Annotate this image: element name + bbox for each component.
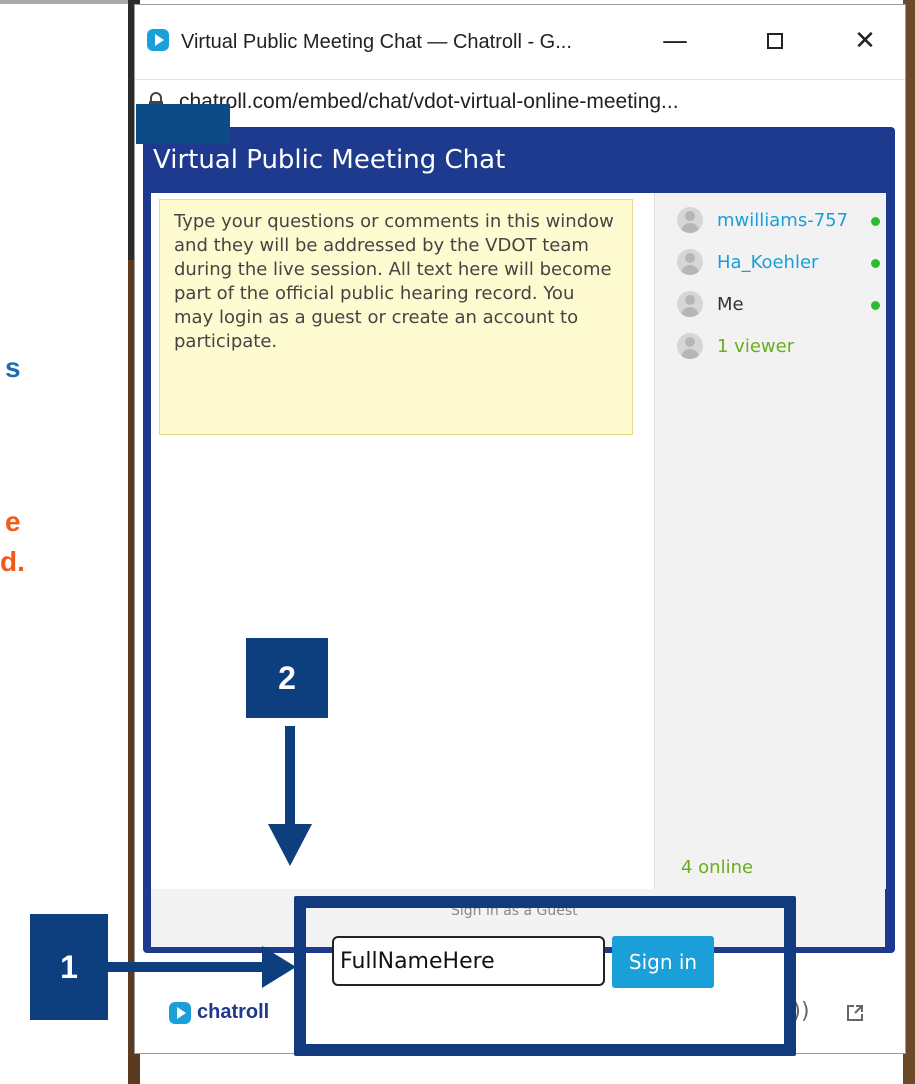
arrow-right-icon [108,946,296,988]
arrow-down-icon [268,726,312,866]
annotation-arrows [108,726,312,988]
